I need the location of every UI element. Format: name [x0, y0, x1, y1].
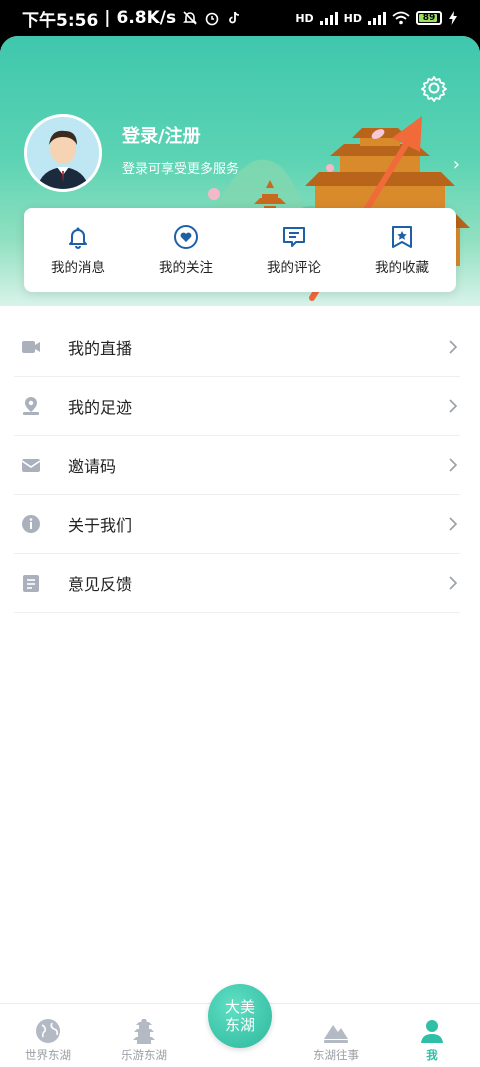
menu-about-us[interactable]: 关于我们 — [14, 495, 460, 554]
tab-center-spacer — [192, 1063, 288, 1067]
chevron-right-icon — [449, 340, 458, 354]
menu-label: 关于我们 — [68, 516, 133, 535]
center-line-1: 大美 — [224, 998, 255, 1016]
login-register-link[interactable]: 登录/注册 — [122, 122, 201, 148]
signal-1-icon — [319, 11, 338, 25]
profile-screen: 登录/注册 登录可享受更多服务 › 我的消息 我的关注 我的评论 我的收藏 我的… — [0, 36, 480, 1067]
mute-bell-icon — [183, 11, 198, 25]
quick-my-comments[interactable]: 我的评论 — [244, 224, 344, 276]
profile-header: 登录/注册 登录可享受更多服务 › 我的消息 我的关注 我的评论 我的收藏 — [0, 36, 480, 306]
comment-icon — [283, 227, 305, 247]
status-separator: | — [104, 8, 111, 28]
menu-label: 意见反馈 — [68, 575, 133, 594]
chevron-right-icon — [449, 458, 458, 472]
heart-icon — [174, 225, 198, 249]
bottom-tabbar: 世界东湖 乐游东湖 东湖往事 我 大美 东湖 — [0, 984, 480, 1067]
signal-2-icon — [368, 11, 386, 25]
tab-label: 东湖往事 — [313, 1048, 359, 1062]
tab-label: 乐游东湖 — [121, 1048, 167, 1062]
menu-list: 我的直播 我的足迹 邀请码 关于我们 意见反馈 — [14, 318, 460, 613]
tab-label: 我 — [426, 1048, 438, 1062]
chevron-right-icon — [449, 399, 458, 413]
chevron-right-icon — [449, 576, 458, 590]
menu-label: 我的足迹 — [68, 398, 133, 417]
mountain-icon — [324, 1025, 348, 1043]
charging-bolt-icon — [449, 11, 457, 25]
status-right: HD HD 89 — [295, 11, 458, 25]
menu-my-live[interactable]: 我的直播 — [14, 318, 460, 377]
avatar[interactable] — [24, 114, 102, 192]
menu-invite-code[interactable]: 邀请码 — [14, 436, 460, 495]
globe-icon — [36, 1019, 60, 1043]
menu-label: 邀请码 — [68, 457, 117, 476]
network-hd-label-2: HD — [343, 11, 362, 25]
bookmark-star-icon — [392, 226, 412, 248]
tab-donghu-history[interactable]: 东湖往事 — [288, 1017, 384, 1067]
quick-my-messages[interactable]: 我的消息 — [28, 224, 128, 276]
info-icon — [18, 511, 44, 537]
quick-label: 我的关注 — [159, 260, 213, 276]
user-icon — [421, 1020, 443, 1043]
menu-feedback[interactable]: 意见反馈 — [14, 554, 460, 613]
alarm-clock-icon — [205, 12, 219, 26]
chevron-right-icon[interactable]: › — [453, 154, 460, 175]
battery-level: 89 — [422, 13, 436, 23]
quick-my-favorites[interactable]: 我的收藏 — [352, 224, 452, 276]
envelope-icon — [18, 452, 44, 478]
tab-label: 世界东湖 — [25, 1048, 71, 1062]
pagoda-icon — [133, 1019, 155, 1044]
tab-me[interactable]: 我 — [384, 1017, 480, 1067]
status-bar: 下午5:56 | 6.8K/s HD HD 89 — [0, 0, 480, 36]
tiktok-icon — [229, 11, 240, 24]
network-speed: 6.8K/s — [116, 8, 177, 28]
gear-icon — [421, 76, 447, 102]
settings-gear-button[interactable] — [420, 74, 448, 102]
status-left: 下午5:56 | 6.8K/s — [22, 6, 242, 31]
status-time: 下午5:56 — [22, 10, 99, 31]
quick-label: 我的评论 — [267, 260, 321, 276]
clipboard-icon — [18, 570, 44, 596]
battery-icon: 89 — [416, 11, 442, 25]
network-hd-label-1: HD — [295, 11, 314, 25]
quick-my-follows[interactable]: 我的关注 — [136, 224, 236, 276]
center-line-2: 东湖 — [224, 1016, 255, 1034]
quick-label: 我的收藏 — [375, 260, 429, 276]
location-pin-icon — [18, 393, 44, 419]
center-beautiful-donghu-button[interactable]: 大美 东湖 — [208, 984, 272, 1048]
quick-actions-card: 我的消息 我的关注 我的评论 我的收藏 — [24, 208, 456, 292]
tab-world-donghu[interactable]: 世界东湖 — [0, 1017, 96, 1067]
menu-label: 我的直播 — [68, 339, 133, 358]
video-icon — [18, 334, 44, 360]
menu-my-footprints[interactable]: 我的足迹 — [14, 377, 460, 436]
bell-icon — [69, 227, 87, 249]
login-subtitle: 登录可享受更多服务 — [122, 162, 240, 177]
wifi-icon — [392, 11, 410, 25]
chevron-right-icon — [449, 517, 458, 531]
tab-travel-donghu[interactable]: 乐游东湖 — [96, 1017, 192, 1067]
phone-frame: 下午5:56 | 6.8K/s HD HD 89 登录/注册 登录可享受更多服务… — [0, 0, 480, 1067]
default-user-avatar-icon — [27, 117, 99, 189]
quick-label: 我的消息 — [51, 260, 105, 276]
